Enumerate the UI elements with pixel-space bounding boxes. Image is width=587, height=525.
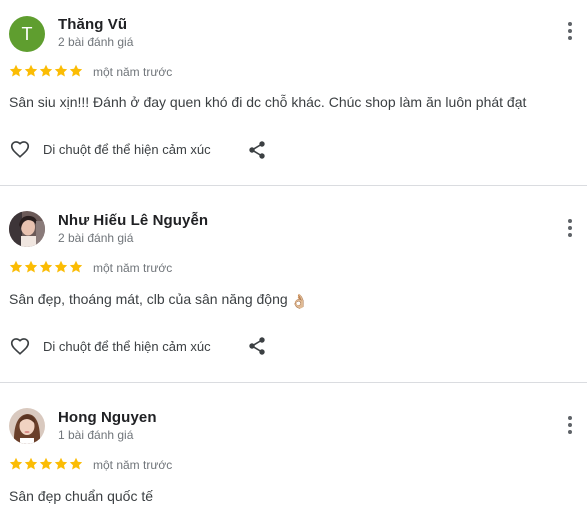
review-time: một năm trước [93, 65, 173, 79]
star-icon [54, 457, 68, 470]
reviewer-name[interactable]: Thăng Vũ [58, 16, 127, 33]
avatar[interactable] [9, 211, 45, 247]
review-time: một năm trước [93, 261, 173, 275]
share-icon[interactable] [247, 336, 267, 356]
star-icon [69, 457, 83, 470]
share-icon[interactable] [247, 140, 267, 160]
heart-icon[interactable] [9, 138, 31, 160]
reviewer-name[interactable]: Hong Nguyen [58, 409, 157, 426]
more-options-icon[interactable] [562, 22, 578, 44]
avatar[interactable] [9, 408, 45, 444]
review-count: 1 bài đánh giá [58, 428, 134, 442]
more-options-icon[interactable] [562, 416, 578, 438]
star-rating [9, 260, 83, 274]
reviewer-name[interactable]: Như Hiếu Lê Nguyễn [58, 212, 208, 229]
star-icon [69, 260, 83, 273]
review-text: Sân siu xịn!!! Đánh ở đay quen khó đi dc… [9, 94, 527, 110]
star-icon [39, 260, 53, 273]
avatar[interactable]: T [9, 16, 45, 52]
star-icon [9, 260, 23, 273]
review-count: 2 bài đánh giá [58, 231, 134, 245]
divider [0, 382, 587, 383]
star-icon [39, 64, 53, 77]
star-rating [9, 64, 83, 78]
divider [0, 185, 587, 186]
review-text-body: Sân đẹp, thoáng mát, clb của sân năng độ… [9, 291, 288, 307]
star-icon [39, 457, 53, 470]
star-icon [24, 64, 38, 77]
star-icon [24, 457, 38, 470]
star-icon [54, 64, 68, 77]
star-icon [9, 457, 23, 470]
review-count: 2 bài đánh giá [58, 35, 134, 49]
star-icon [69, 64, 83, 77]
reaction-hint: Di chuột để thể hiện cảm xúc [43, 339, 211, 354]
more-options-icon[interactable] [562, 219, 578, 241]
star-icon [54, 260, 68, 273]
review-time: một năm trước [93, 458, 173, 472]
review-text: Sân đẹp, thoáng mát, clb của sân năng độ… [9, 291, 308, 310]
review-text: Sân đẹp chuẩn quốc tế [9, 488, 154, 504]
star-icon [9, 64, 23, 77]
star-rating [9, 457, 83, 471]
reaction-hint: Di chuột để thể hiện cảm xúc [43, 142, 211, 157]
heart-icon[interactable] [9, 335, 31, 357]
star-icon [24, 260, 38, 273]
ok-hand-emoji: 👌🏼 [290, 293, 309, 309]
